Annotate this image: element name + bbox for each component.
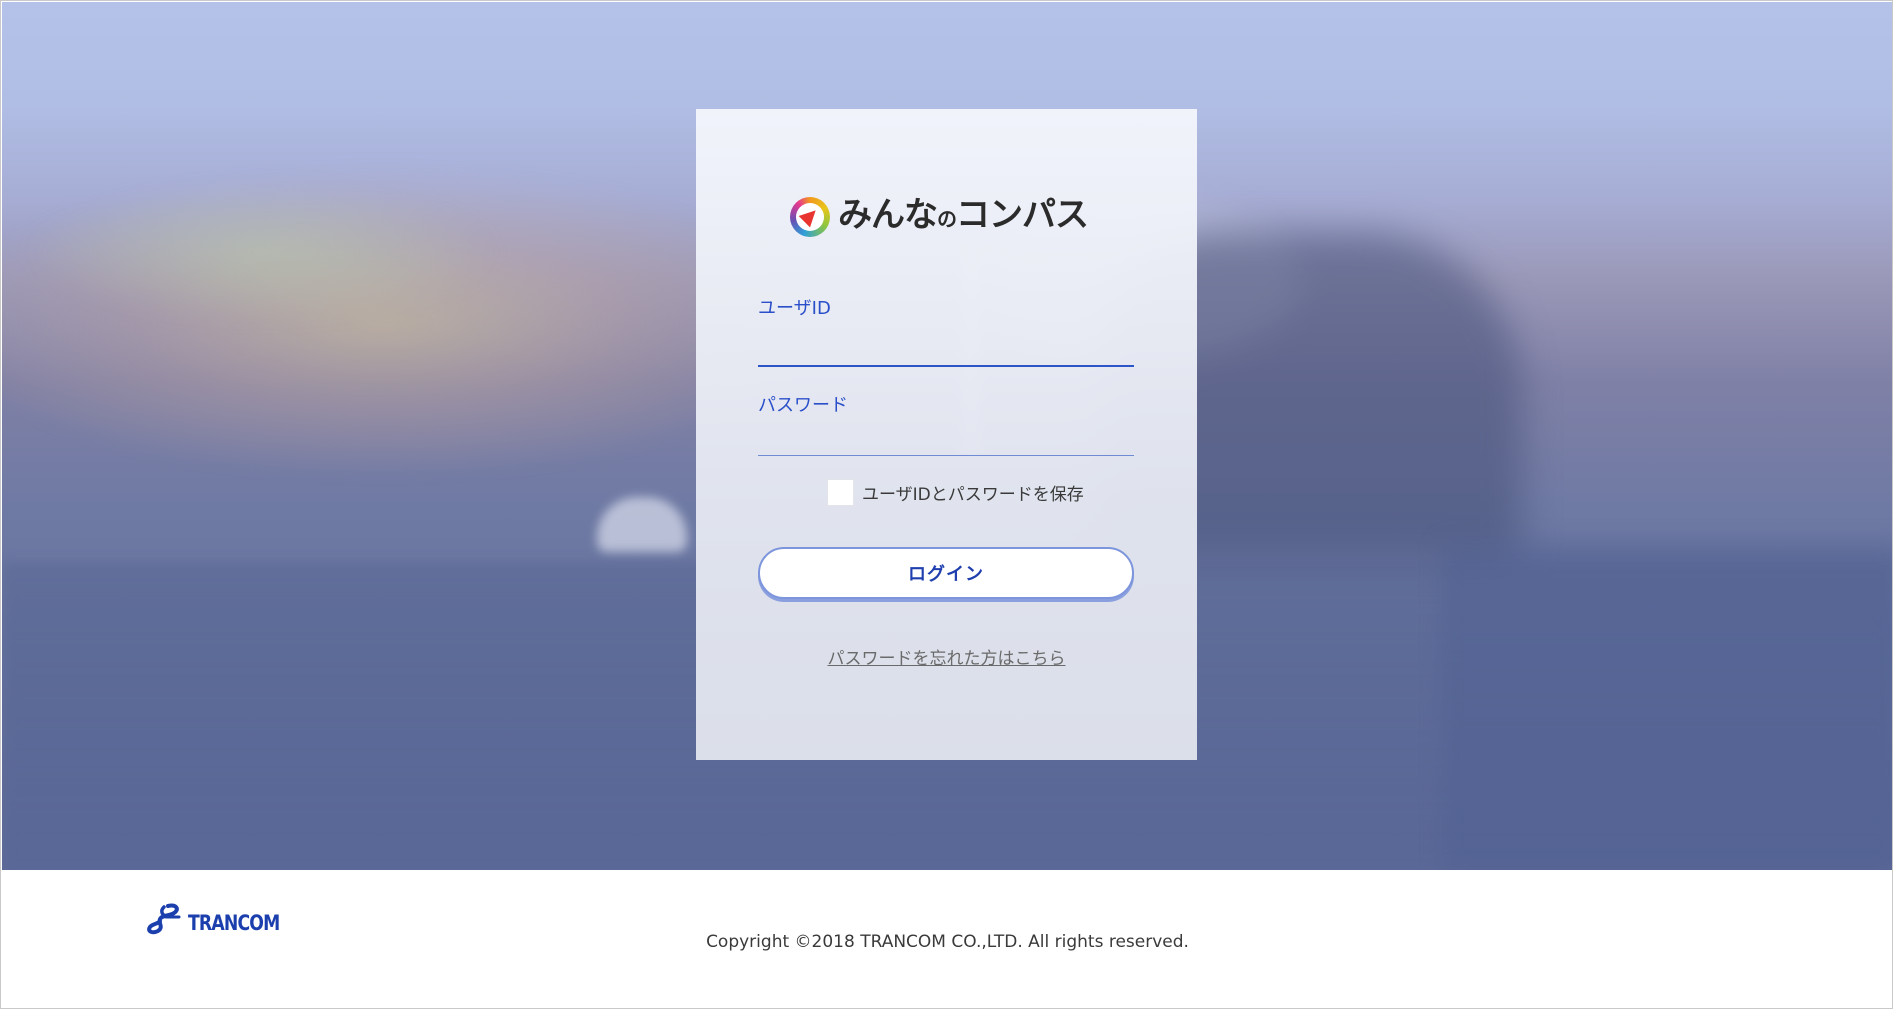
login-button-label: ログイン bbox=[908, 564, 984, 585]
login-button[interactable]: ログイン bbox=[758, 547, 1134, 599]
userid-label: ユーザID bbox=[758, 298, 831, 319]
trancom-logo: TRANCOM bbox=[146, 903, 299, 935]
app-name: みんなのコンパス bbox=[838, 195, 1089, 235]
save-credentials-label[interactable]: ユーザIDとパスワードを保存 bbox=[862, 480, 1084, 505]
userid-underline bbox=[758, 365, 1134, 367]
password-underline bbox=[758, 455, 1134, 456]
trancom-logo-icon bbox=[146, 903, 182, 935]
save-credentials-checkbox[interactable] bbox=[827, 479, 854, 506]
forgot-password-link[interactable]: パスワードを忘れた方はこちら bbox=[696, 644, 1197, 669]
login-page: みんなのコンパス ユーザID パスワード ユーザIDとパスワードを保存 ログイン… bbox=[0, 0, 1893, 1009]
footer: TRANCOM Copyright ©2018 TRANCOM CO.,LTD.… bbox=[2, 870, 1892, 1008]
compass-icon bbox=[790, 197, 830, 237]
save-credentials-row[interactable]: ユーザIDとパスワードを保存 bbox=[827, 479, 1084, 506]
app-logo: みんなのコンパス bbox=[790, 195, 1089, 239]
login-card: みんなのコンパス ユーザID パスワード ユーザIDとパスワードを保存 ログイン… bbox=[696, 109, 1197, 760]
password-label: パスワード bbox=[758, 395, 848, 416]
copyright-text: Copyright ©2018 TRANCOM CO.,LTD. All rig… bbox=[706, 932, 1189, 952]
